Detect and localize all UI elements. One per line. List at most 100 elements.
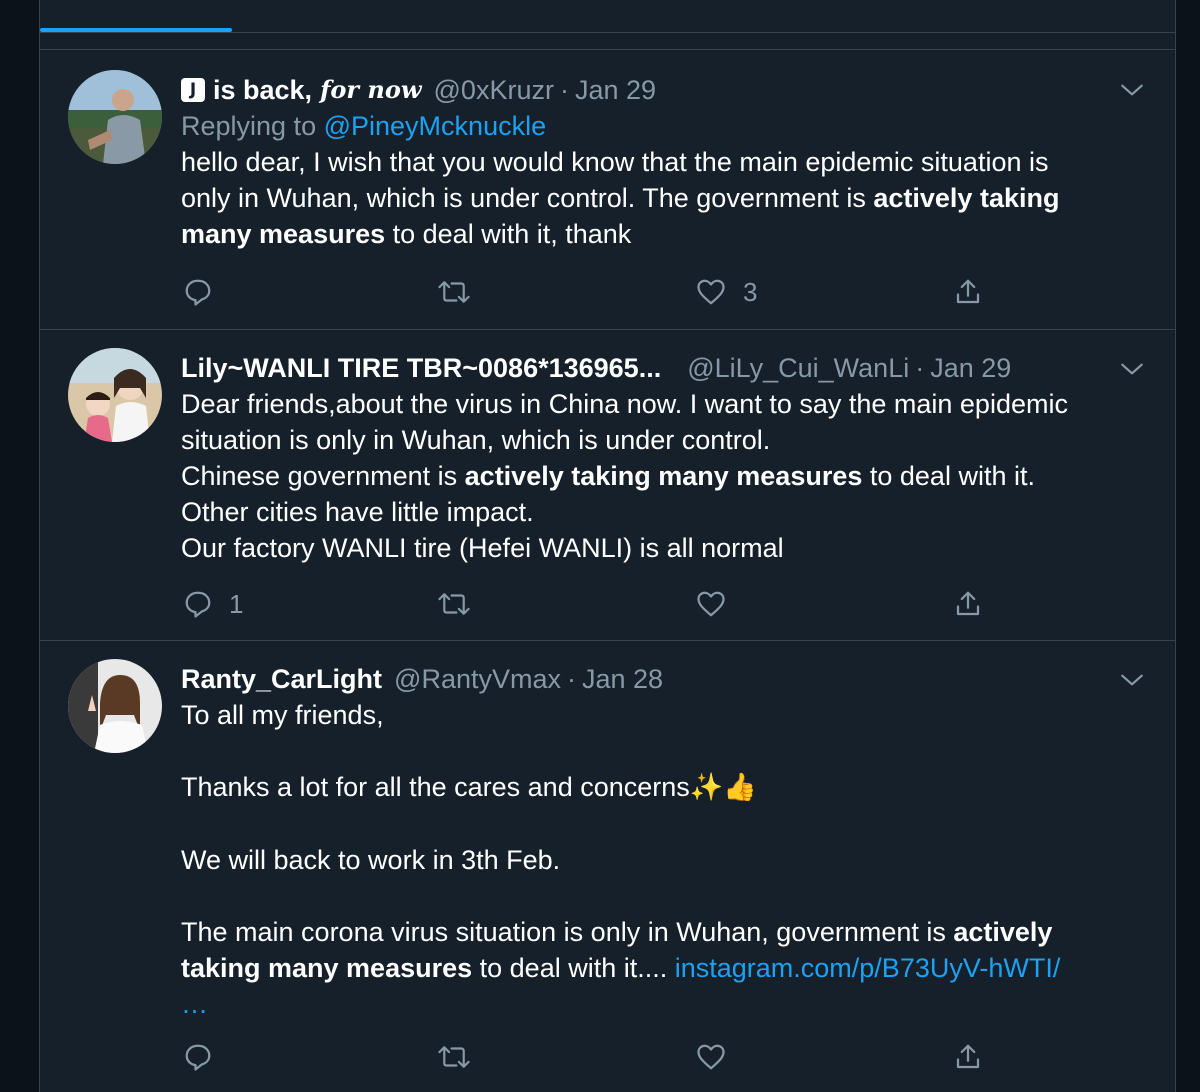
tweet-body: J is back, for now @0xKruzr · Jan 29 Rep… [181, 72, 1141, 252]
text-line: The main corona virus situation is only … [181, 914, 1141, 950]
display-name[interactable]: Lily~WANLI TIRE TBR~0086*136965... [181, 350, 661, 386]
separator: · [915, 353, 925, 383]
link-ellipsis[interactable]: … [181, 986, 1141, 1022]
text-line: Dear friends,about the virus in China no… [181, 389, 1068, 419]
share-button[interactable] [953, 1037, 983, 1077]
bold-text: many measures [181, 219, 386, 249]
tweet-text: To all my friends, Thanks a lot for all … [181, 697, 1141, 1022]
retweet-button[interactable] [437, 1037, 471, 1077]
text-segment: Chinese government is [181, 461, 465, 491]
like-button[interactable] [695, 1037, 727, 1077]
tab-bar [40, 0, 1175, 50]
text-line: Thanks a lot for all the cares and conce… [181, 769, 1141, 806]
tweet-actions [181, 1037, 1001, 1077]
like-button[interactable] [695, 584, 727, 624]
retweet-button[interactable] [437, 584, 471, 624]
heart-icon [697, 591, 725, 617]
timeline-column: J is back, for now @0xKruzr · Jan 29 Rep… [39, 0, 1176, 1092]
avatar-photo-icon [68, 659, 162, 753]
tweet-header: Ranty_CarLight @RantyVmax · Jan 28 [181, 661, 1141, 697]
tweet-3[interactable]: Ranty_CarLight @RantyVmax · Jan 28 To al… [40, 641, 1175, 1092]
text-line: only in Wuhan, which is under control. T… [181, 180, 1141, 216]
share-icon [956, 1044, 980, 1069]
tweet-header: Lily~WANLI TIRE TBR~0086*136965... @LiLy… [181, 350, 1141, 386]
separator: · [559, 75, 569, 105]
sparkles-thumbs-up-icon: ✨👍 [689, 772, 758, 803]
text-segment: to deal with it.... [472, 953, 675, 983]
avatar-photo-icon [68, 348, 162, 442]
retweet-icon [438, 593, 470, 615]
text-line: hello dear, I wish that you would know t… [181, 147, 1049, 177]
display-name[interactable]: Ranty_CarLight [181, 661, 382, 697]
tweet-actions: 3 [181, 272, 1001, 312]
reply-icon [185, 1044, 211, 1071]
replying-to: Replying to @PineyMcknuckle [181, 108, 1141, 144]
chevron-down-icon[interactable] [1119, 667, 1145, 693]
bold-text: actively taking many measures [464, 461, 863, 491]
tab-divider [40, 32, 1175, 33]
tweet-date[interactable]: Jan 29 [575, 72, 656, 108]
tweet-actions: 1 [181, 584, 1001, 624]
share-button[interactable] [953, 584, 983, 624]
reply-count: 1 [229, 588, 244, 619]
text-segment: The main corona virus situation is only … [181, 917, 954, 947]
reply-button[interactable]: 1 [183, 584, 243, 624]
text-segment: only in Wuhan, which is under control. T… [181, 183, 874, 213]
separator: · [567, 664, 576, 694]
text-line: taking many measures to deal with it....… [181, 950, 1141, 986]
avatar[interactable] [68, 348, 162, 442]
j-badge-icon: J [181, 78, 205, 102]
replying-handle-link[interactable]: @PineyMcknuckle [324, 111, 547, 141]
bold-text: taking many measures [181, 953, 473, 983]
tweet-text: hello dear, I wish that you would know t… [181, 144, 1141, 252]
heart-icon [697, 1044, 725, 1070]
reply-icon [185, 279, 211, 306]
text-segment: to deal with it. [862, 461, 1035, 491]
like-button[interactable]: 3 [695, 272, 757, 312]
tweet-1[interactable]: J is back, for now @0xKruzr · Jan 29 Rep… [40, 50, 1175, 330]
text-line: Our factory WANLI tire (Hefei WANLI) is … [181, 533, 784, 563]
tweet-date[interactable]: Jan 29 [930, 350, 1011, 386]
text-line: Other cities have little impact. [181, 497, 534, 527]
chevron-down-icon[interactable] [1119, 77, 1145, 103]
reply-icon [185, 591, 211, 618]
display-name[interactable]: is back, [213, 72, 312, 108]
tweet-2[interactable]: Lily~WANLI TIRE TBR~0086*136965... @LiLy… [40, 330, 1175, 641]
avatar[interactable] [68, 70, 162, 164]
instagram-link[interactable]: instagram.com/p/B73UyV-hWTI/ [675, 953, 1061, 983]
tweet-text: Dear friends,about the virus in China no… [181, 386, 1141, 566]
tweet-body: Ranty_CarLight @RantyVmax · Jan 28 To al… [181, 661, 1141, 1022]
text-line: many measures to deal with it, thank [181, 216, 1141, 252]
heart-icon [697, 279, 725, 305]
retweet-button[interactable] [437, 272, 471, 312]
user-handle[interactable]: @RantyVmax [394, 661, 561, 697]
text-line: situation is only in Wuhan, which is und… [181, 425, 771, 455]
bold-text: actively [953, 917, 1053, 947]
text-segment: to deal with it, thank [385, 219, 632, 249]
avatar-photo-icon [68, 70, 162, 164]
tweet-body: Lily~WANLI TIRE TBR~0086*136965... @LiLy… [181, 350, 1141, 566]
text-segment: Thanks a lot for all the cares and conce… [181, 772, 690, 802]
retweet-icon [438, 1046, 470, 1068]
tweet-header: J is back, for now @0xKruzr · Jan 29 [181, 72, 1141, 108]
retweet-icon [438, 281, 470, 303]
user-handle[interactable]: @0xKruzr [434, 72, 554, 108]
share-button[interactable] [953, 272, 983, 312]
share-icon [956, 279, 980, 304]
like-count: 3 [743, 276, 758, 307]
user-handle[interactable]: @LiLy_Cui_WanLi [687, 350, 909, 386]
reply-button[interactable] [183, 272, 213, 312]
display-name-italic[interactable]: for now [320, 72, 421, 108]
tweet-date[interactable]: Jan 28 [582, 661, 663, 697]
text-line: To all my friends, [181, 700, 384, 730]
replying-prefix: Replying to [181, 111, 317, 141]
bold-text: actively taking [873, 183, 1060, 213]
chevron-down-icon[interactable] [1119, 356, 1145, 382]
share-icon [956, 591, 980, 616]
avatar[interactable] [68, 659, 162, 753]
text-line: Chinese government is actively taking ma… [181, 458, 1141, 494]
reply-button[interactable] [183, 1037, 213, 1077]
